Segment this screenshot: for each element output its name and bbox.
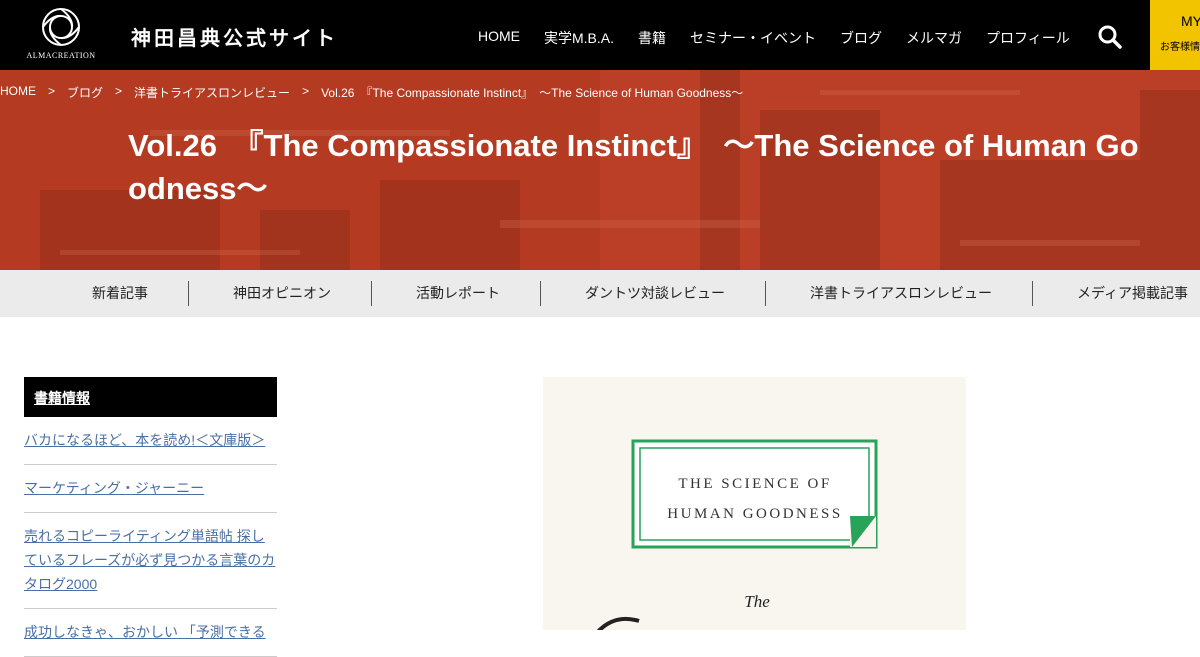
nav-books[interactable]: 書籍 bbox=[638, 28, 666, 48]
category-tab-report[interactable]: 活動レポート bbox=[416, 270, 500, 317]
sidebar: 書籍情報 バカになるほど、本を読め!＜文庫版＞ マーケティング・ジャーニー 売れ… bbox=[24, 377, 277, 657]
breadcrumb-category[interactable]: 洋書トライアスロンレビュー bbox=[134, 84, 290, 101]
breadcrumb-separator: > bbox=[115, 84, 123, 98]
category-tab-dialogue[interactable]: ダントツ対談レビュー bbox=[585, 270, 725, 317]
sidebar-book-link[interactable]: バカになるほど、本を読め!＜文庫版＞ bbox=[24, 417, 277, 465]
breadcrumb-current: Vol.26 『The Compassionate Instinct』 ～The… bbox=[321, 86, 744, 100]
sidebar-heading[interactable]: 書籍情報 bbox=[24, 377, 277, 417]
my-account-button[interactable]: MY お客様情報 bbox=[1150, 0, 1200, 70]
nav-seminar[interactable]: セミナー・イベント bbox=[690, 28, 816, 48]
page-title: Vol.26 『The Compassionate Instinct』 ～The… bbox=[128, 128, 1139, 206]
sidebar-book-link[interactable]: マーケティング・ジャーニー bbox=[24, 465, 277, 513]
site-title[interactable]: 神田昌典公式サイト bbox=[131, 22, 338, 51]
site-header: ALMACREATION 神田昌典公式サイト HOME 実学M.B.A. 書籍 … bbox=[0, 0, 1200, 70]
book-cover-image: THE SCIENCE OF HUMAN GOODNESS The bbox=[543, 377, 966, 637]
site-logo[interactable]: ALMACREATION bbox=[20, 6, 102, 64]
divider bbox=[540, 281, 541, 306]
breadcrumb-blog[interactable]: ブログ bbox=[67, 84, 103, 101]
divider bbox=[1032, 281, 1033, 306]
logo-text: ALMACREATION bbox=[26, 51, 96, 60]
book-label-line2: HUMAN GOODNESS bbox=[667, 506, 842, 522]
category-tab-media[interactable]: メディア掲載記事 bbox=[1077, 270, 1188, 317]
divider bbox=[188, 281, 189, 306]
logo-mark-icon bbox=[42, 8, 80, 46]
nav-mba[interactable]: 実学M.B.A. bbox=[544, 28, 614, 48]
my-label: MY bbox=[1181, 13, 1200, 29]
main-nav: HOME 実学M.B.A. 書籍 セミナー・イベント ブログ メルマガ プロフィ… bbox=[478, 28, 1094, 48]
nav-profile[interactable]: プロフィール bbox=[986, 28, 1070, 48]
breadcrumb-separator: > bbox=[302, 84, 310, 98]
nav-home[interactable]: HOME bbox=[478, 28, 520, 48]
search-button[interactable] bbox=[1097, 24, 1123, 50]
breadcrumb-separator: > bbox=[48, 84, 56, 98]
hero-banner: HOME > ブログ > 洋書トライアスロンレビュー > Vol.26 『The… bbox=[0, 70, 1200, 270]
nav-blog[interactable]: ブログ bbox=[840, 28, 882, 48]
category-tab-new[interactable]: 新着記事 bbox=[92, 270, 148, 317]
book-cover-art: THE SCIENCE OF HUMAN GOODNESS The bbox=[543, 377, 966, 637]
breadcrumb-home[interactable]: HOME bbox=[0, 84, 36, 101]
category-tab-opinion[interactable]: 神田オピニオン bbox=[233, 270, 331, 317]
sidebar-book-link[interactable]: 成功しなきゃ、おかしい 「予測できる bbox=[24, 609, 277, 657]
divider bbox=[371, 281, 372, 306]
my-sublabel: お客様情報 bbox=[1160, 42, 1200, 53]
book-label-line1: THE SCIENCE OF bbox=[678, 476, 831, 492]
category-nav: 新着記事 神田オピニオン 活動レポート ダントツ対談レビュー 洋書トライアスロン… bbox=[0, 270, 1200, 317]
sidebar-book-link[interactable]: 売れるコピーライティング単語帖 探しているフレーズが必ず見つかる言葉のカタログ2… bbox=[24, 513, 277, 609]
category-tab-book-review[interactable]: 洋書トライアスロンレビュー bbox=[810, 270, 992, 317]
book-title-the: The bbox=[744, 592, 770, 611]
breadcrumb: HOME > ブログ > 洋書トライアスロンレビュー > Vol.26 『The… bbox=[0, 84, 743, 101]
divider bbox=[765, 281, 766, 306]
nav-mailmag[interactable]: メルマガ bbox=[906, 28, 962, 48]
search-icon bbox=[1098, 25, 1122, 49]
